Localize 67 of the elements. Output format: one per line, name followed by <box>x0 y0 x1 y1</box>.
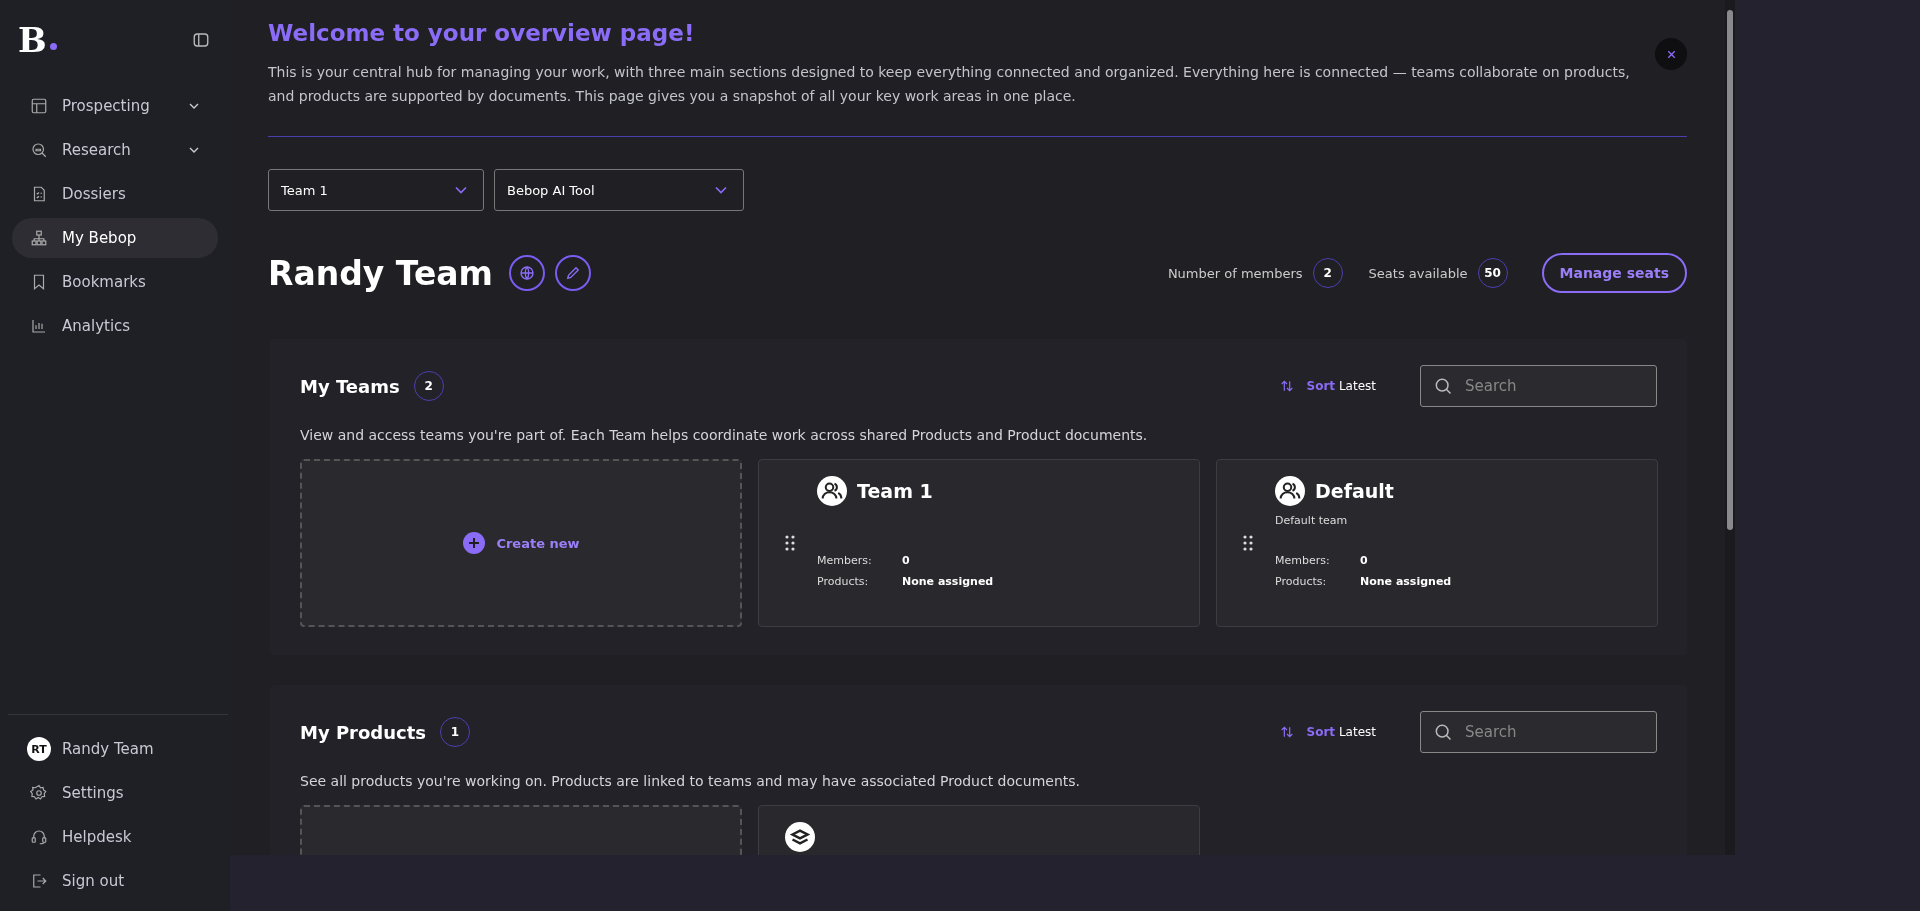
nav-item[interactable]: RT Randy Team <box>12 729 224 769</box>
users-icon <box>1275 476 1305 506</box>
globe-icon <box>517 264 536 282</box>
scrollbar[interactable] <box>1725 0 1735 855</box>
nav-item[interactable]: Helpdesk <box>12 817 224 857</box>
dropdown[interactable]: Bebop AI Tool <box>494 169 744 211</box>
section-description: See all products you're working on. Products are linked to teams and may have associated Product documents. <box>300 773 1081 789</box>
field-label: Products: <box>1275 575 1328 588</box>
product-icon <box>785 822 815 852</box>
bar-chart-icon <box>30 317 48 335</box>
plus-icon <box>462 531 487 555</box>
nav-item[interactable]: My Bebop <box>12 218 218 258</box>
nav-item[interactable]: Settings <box>12 773 224 813</box>
section-description: View and access teams you're part of. Each Team helps coordinate work across shared Products and Product documents. <box>300 427 1149 443</box>
drag-handle-icon[interactable] <box>1243 535 1253 551</box>
intro-paragraph: This is your central hub for managing your work, with three main sections designed to keep everything connected and organized. Everything here is connected — teams collaborate on products, and products are supported by documents. This page gives you a snapshot of all your key work areas in one place. <box>268 63 1631 106</box>
sort-button[interactable]: Sort Latest <box>1272 723 1382 741</box>
stat-label: Number of members <box>1167 265 1303 281</box>
team-card[interactable]: Team 1 Members: 0 Products: None assigned <box>758 459 1200 627</box>
nav-item[interactable]: Analytics <box>12 306 218 346</box>
card-subtitle: Default team <box>1275 514 1348 527</box>
settings-icon <box>30 784 48 802</box>
field-label: Members: <box>817 554 873 567</box>
search-field[interactable]: Search <box>1420 711 1657 753</box>
team-name: Randy Team <box>268 253 493 293</box>
logo: B <box>18 23 47 57</box>
field-label: Members: <box>1275 554 1331 567</box>
nav-item[interactable]: Sign out <box>12 861 224 901</box>
field-value: 0 <box>1360 554 1368 567</box>
edit-button[interactable] <box>554 255 591 291</box>
hierarchy-icon <box>30 229 48 247</box>
search-field[interactable]: Search <box>1420 365 1657 407</box>
section-title: My Teams <box>300 375 400 397</box>
field-value: None assigned <box>902 575 994 588</box>
globe-button[interactable] <box>508 255 545 291</box>
card-title: Default <box>1315 480 1394 502</box>
field-value: None assigned <box>1360 575 1452 588</box>
manage-seats-button[interactable]: Manage seats <box>1541 253 1687 293</box>
headset-icon <box>30 828 48 846</box>
sort-icon <box>1278 724 1295 740</box>
logo-dot-icon <box>49 42 57 50</box>
search-icon <box>1433 722 1453 742</box>
field-label: Products: <box>817 575 870 588</box>
create-new-card[interactable]: Create new <box>300 459 742 627</box>
drag-handle-icon[interactable] <box>785 535 795 551</box>
users-icon <box>817 476 847 506</box>
nav-item[interactable]: Research <box>12 130 218 170</box>
scrollbar-thumb[interactable] <box>1727 10 1733 530</box>
page-title: Welcome to your overview page! <box>268 20 696 46</box>
card-title: Team 1 <box>857 480 933 502</box>
stat-label: Seats available <box>1368 265 1468 281</box>
sort-icon <box>1278 378 1295 394</box>
nav-item[interactable]: Dossiers <box>12 174 218 214</box>
dropdown[interactable]: Team 1 <box>268 169 484 211</box>
search-icon <box>1433 376 1453 396</box>
nav-item[interactable]: Prospecting <box>12 86 218 126</box>
table-icon <box>30 97 48 115</box>
section-title: My Products <box>300 721 427 743</box>
sidebar-toggle-icon[interactable] <box>192 31 210 49</box>
sort-button[interactable]: Sort Latest <box>1272 377 1382 395</box>
create-new-label: Create new <box>496 535 580 551</box>
sign-out-icon <box>30 872 48 890</box>
search-icon <box>30 141 48 159</box>
avatar: RT <box>27 737 51 761</box>
team-card[interactable]: Default Default team Members: 0 Products: None assigned <box>1216 459 1658 627</box>
field-value: 0 <box>902 554 910 567</box>
nav-item[interactable]: Bookmarks <box>12 262 218 302</box>
